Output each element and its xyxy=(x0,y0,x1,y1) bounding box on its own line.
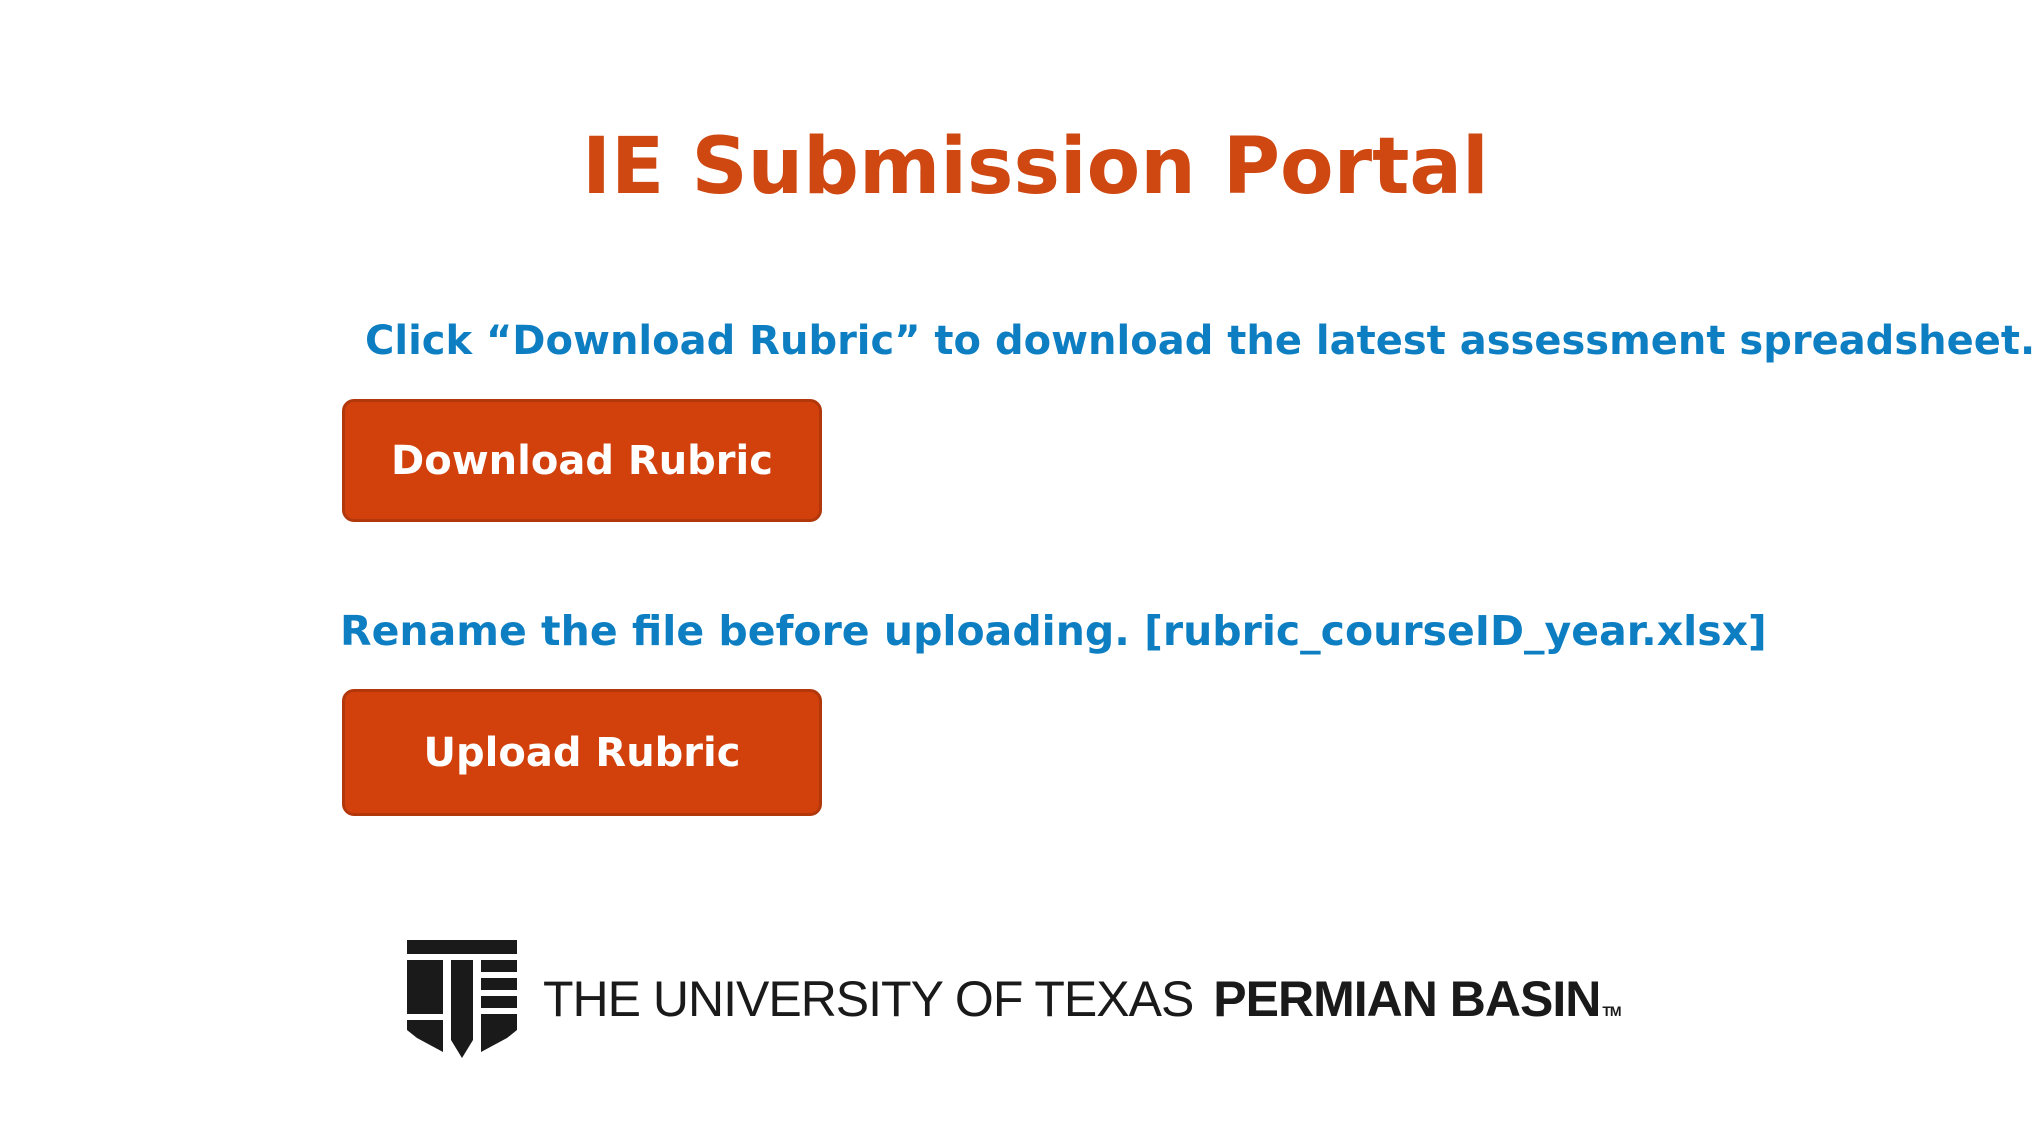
logo-wordmark: THE UNIVERSITY OF TEXAS PERMIAN BASIN TM xyxy=(543,970,1622,1028)
upload-rubric-button[interactable]: Upload Rubric xyxy=(342,689,822,816)
upload-instruction: Rename the file before uploading. [rubri… xyxy=(340,607,1767,655)
page-title: IE Submission Portal xyxy=(582,122,1489,212)
utpb-logo-mark-icon xyxy=(407,940,517,1058)
download-instruction: Click “Download Rubric” to download the … xyxy=(365,318,2036,364)
university-logo: THE UNIVERSITY OF TEXAS PERMIAN BASIN TM xyxy=(407,940,1622,1058)
submission-portal-page: IE Submission Portal Click “Download Rub… xyxy=(0,0,2044,1124)
logo-trademark: TM xyxy=(1602,1003,1621,1019)
logo-text-bold: PERMIAN BASIN xyxy=(1213,971,1601,1027)
logo-text-regular: THE UNIVERSITY OF TEXAS xyxy=(543,971,1194,1027)
download-rubric-button[interactable]: Download Rubric xyxy=(342,399,822,522)
